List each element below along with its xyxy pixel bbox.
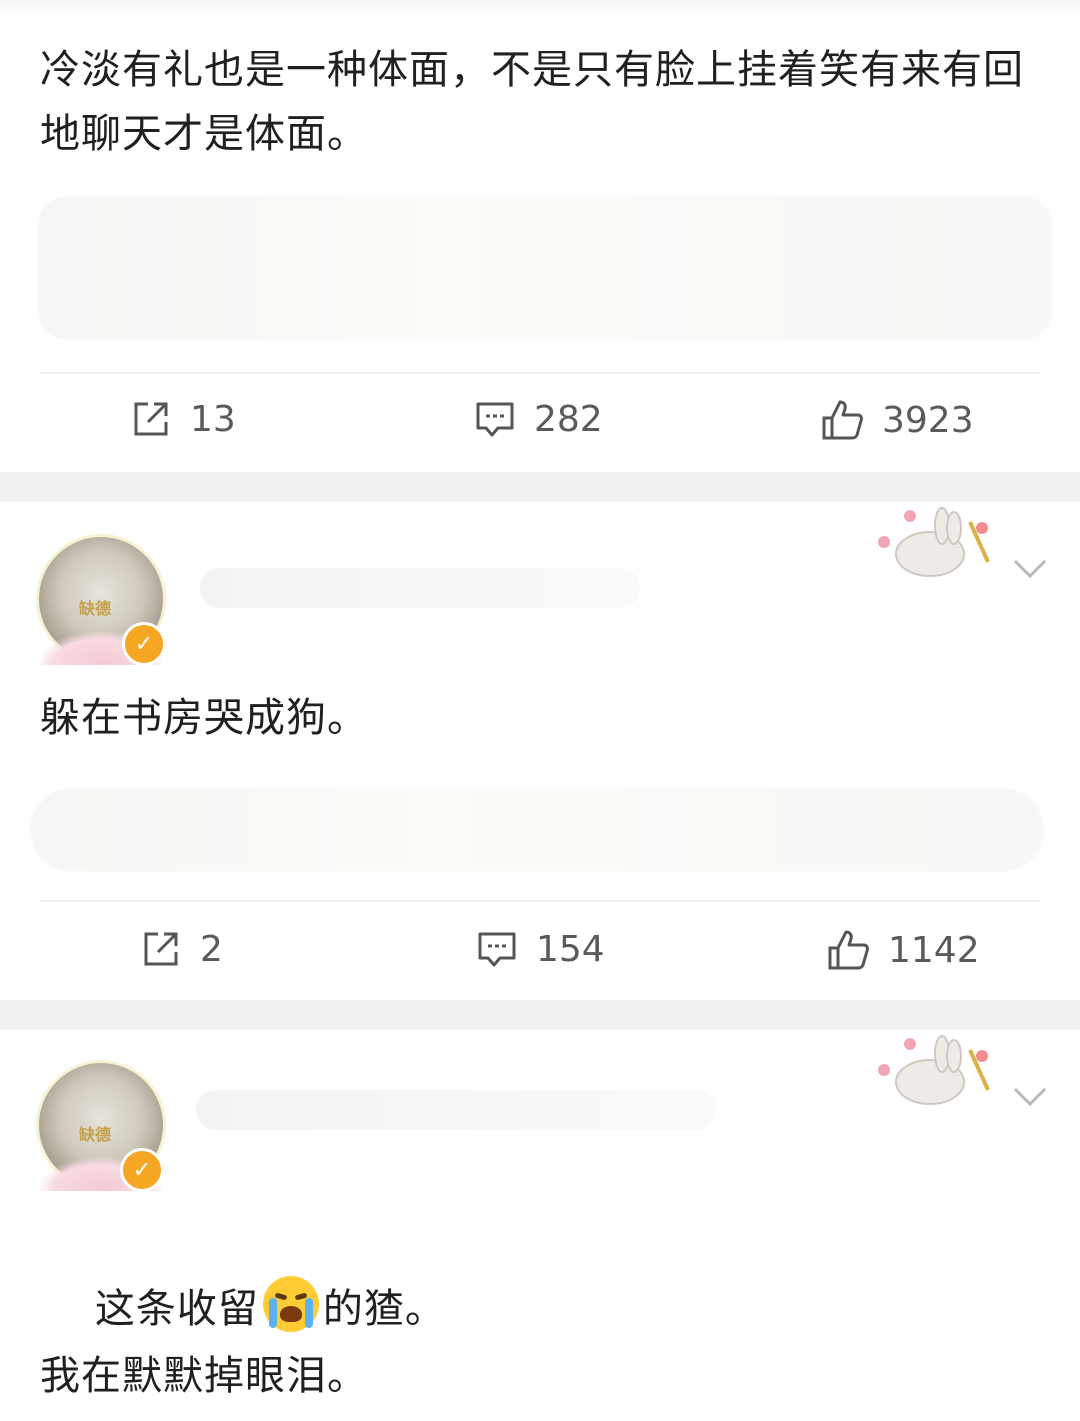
like-count: 1142 <box>888 929 980 971</box>
username-blurred[interactable] <box>200 568 640 608</box>
comment-icon <box>478 932 516 967</box>
crying-face-icon <box>262 1276 319 1332</box>
repost-button[interactable]: 13 <box>130 398 236 440</box>
post-separator <box>0 472 1080 502</box>
blurred-content <box>38 196 1052 340</box>
repost-count: 13 <box>190 398 236 440</box>
username-blurred[interactable] <box>196 1090 716 1130</box>
divider <box>40 900 1040 902</box>
like-count: 3923 <box>882 399 974 441</box>
post-text-segment: 这条收留 <box>94 1286 259 1332</box>
top-edge-fade <box>0 0 1080 12</box>
verified-badge-icon: ✓ <box>122 622 166 666</box>
repost-button[interactable]: 2 <box>140 928 223 970</box>
post-card-1: 冷淡有礼也是一种体面，不是只有脸上挂着笑有来有回地聊天才是体面。 13 282 … <box>0 0 1080 472</box>
chevron-down-icon[interactable] <box>1012 558 1048 580</box>
comment-count: 282 <box>534 398 603 440</box>
thumbs-up-icon <box>828 930 869 970</box>
avatar-tag: 缺德 <box>79 599 112 618</box>
thumbs-up-icon <box>822 400 863 440</box>
post-text: 躲在书房哭成狗。 <box>40 695 368 741</box>
post-card-3: 缺德 ✓ 这条收留 的猹。 我在默默掉眼泪。 <box>0 1030 1080 1421</box>
chevron-down-icon[interactable] <box>1012 1086 1048 1108</box>
repost-count: 2 <box>200 928 223 970</box>
comment-button[interactable]: 154 <box>476 928 605 970</box>
divider <box>40 372 1040 374</box>
post-text: 冷淡有礼也是一种体面，不是只有脸上挂着笑有来有回地聊天才是体面。 <box>40 47 1024 157</box>
post-text-line-2: 我在默默掉眼泪。 <box>40 1353 368 1399</box>
repost-icon <box>134 402 168 436</box>
blurred-content <box>30 788 1044 872</box>
like-button[interactable]: 3923 <box>820 398 974 442</box>
comment-button[interactable]: 282 <box>474 398 603 440</box>
post-text-segment: 的猹。 <box>322 1286 446 1332</box>
bunny-sticker-icon <box>878 1035 990 1105</box>
avatar-tag: 缺德 <box>79 1125 112 1144</box>
like-button[interactable]: 1142 <box>826 928 980 972</box>
repost-icon <box>144 932 178 966</box>
comment-count: 154 <box>536 928 605 970</box>
post-card-2: 缺德 ✓ 躲在书房哭成狗。 2 154 1142 <box>0 502 1080 1000</box>
verified-badge-icon: ✓ <box>120 1148 164 1192</box>
post-separator <box>0 1000 1080 1030</box>
comment-icon <box>476 402 514 437</box>
bunny-sticker-icon <box>878 507 990 577</box>
